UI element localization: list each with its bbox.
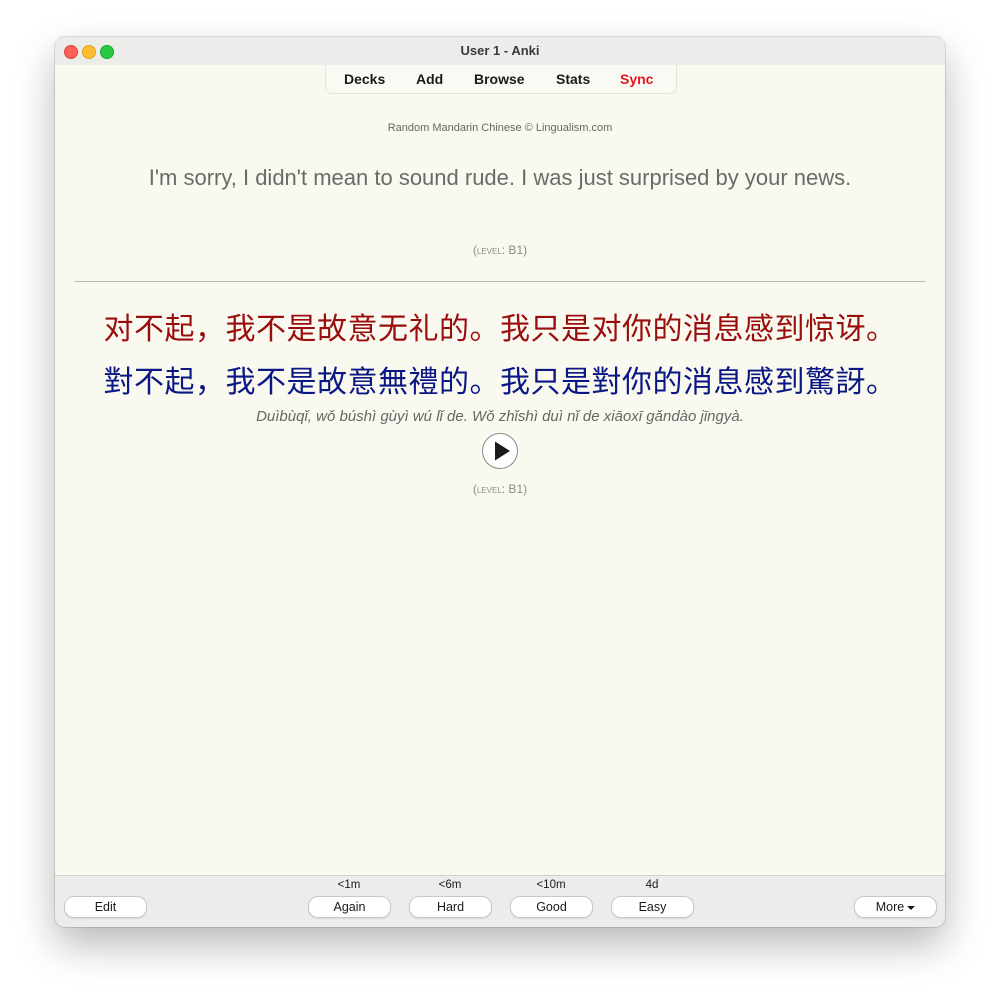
card-content: Random Mandarin Chinese © Lingualism.com…: [55, 93, 945, 875]
stats-link[interactable]: Stats: [556, 71, 590, 87]
question-level: (level: B1): [472, 243, 528, 257]
edit-button[interactable]: Edit: [64, 896, 147, 918]
good-interval: <10m: [536, 879, 566, 891]
title-bar[interactable]: User 1 - Anki: [55, 37, 945, 65]
pinyin-text: Duìbùqǐ, wǒ búshì gùyì wú lǐ de. Wǒ zhǐs…: [256, 408, 744, 425]
answer-divider: [74, 281, 926, 282]
easy-button[interactable]: Easy: [611, 896, 694, 918]
play-icon: [495, 441, 510, 461]
level-label: level: [476, 243, 502, 257]
hard-button[interactable]: Hard: [409, 896, 492, 918]
traditional-chinese-text: 對不起，我不是故意無禮的。我只是對你的消息感到驚訝。: [103, 366, 897, 399]
play-audio-button[interactable]: [482, 433, 518, 469]
hard-interval: <6m: [438, 879, 462, 891]
decks-link[interactable]: Decks: [344, 71, 385, 87]
good-button[interactable]: Good: [510, 896, 593, 918]
window-title: User 1 - Anki: [460, 43, 540, 58]
anki-window: User 1 - Anki Decks Add Browse Stats Syn…: [55, 37, 945, 927]
more-label: More: [875, 900, 905, 914]
answer-level: (level: B1): [472, 482, 528, 496]
question-text: I'm sorry, I didn't mean to sound rude. …: [148, 165, 852, 190]
caret-down-icon: [907, 905, 916, 910]
simplified-chinese-text: 对不起，我不是故意无礼的。我只是对你的消息感到惊讶。: [103, 313, 897, 346]
main-toolbar: Decks Add Browse Stats Sync: [325, 65, 677, 94]
sync-link[interactable]: Sync: [620, 71, 653, 87]
level-label: level: [476, 482, 502, 496]
again-interval: <1m: [337, 879, 361, 891]
browse-link[interactable]: Browse: [474, 71, 525, 87]
review-bottom-bar: Edit <1m Again <6m Hard <10m Good 4d Eas…: [55, 875, 945, 927]
level-value: : B1: [501, 243, 524, 257]
deck-source-text: Random Mandarin Chinese © Lingualism.com: [387, 122, 613, 134]
add-link[interactable]: Add: [416, 71, 443, 87]
easy-interval: 4d: [645, 879, 659, 891]
level-value: : B1: [501, 482, 524, 496]
more-button[interactable]: More: [854, 896, 937, 918]
again-button[interactable]: Again: [308, 896, 391, 918]
